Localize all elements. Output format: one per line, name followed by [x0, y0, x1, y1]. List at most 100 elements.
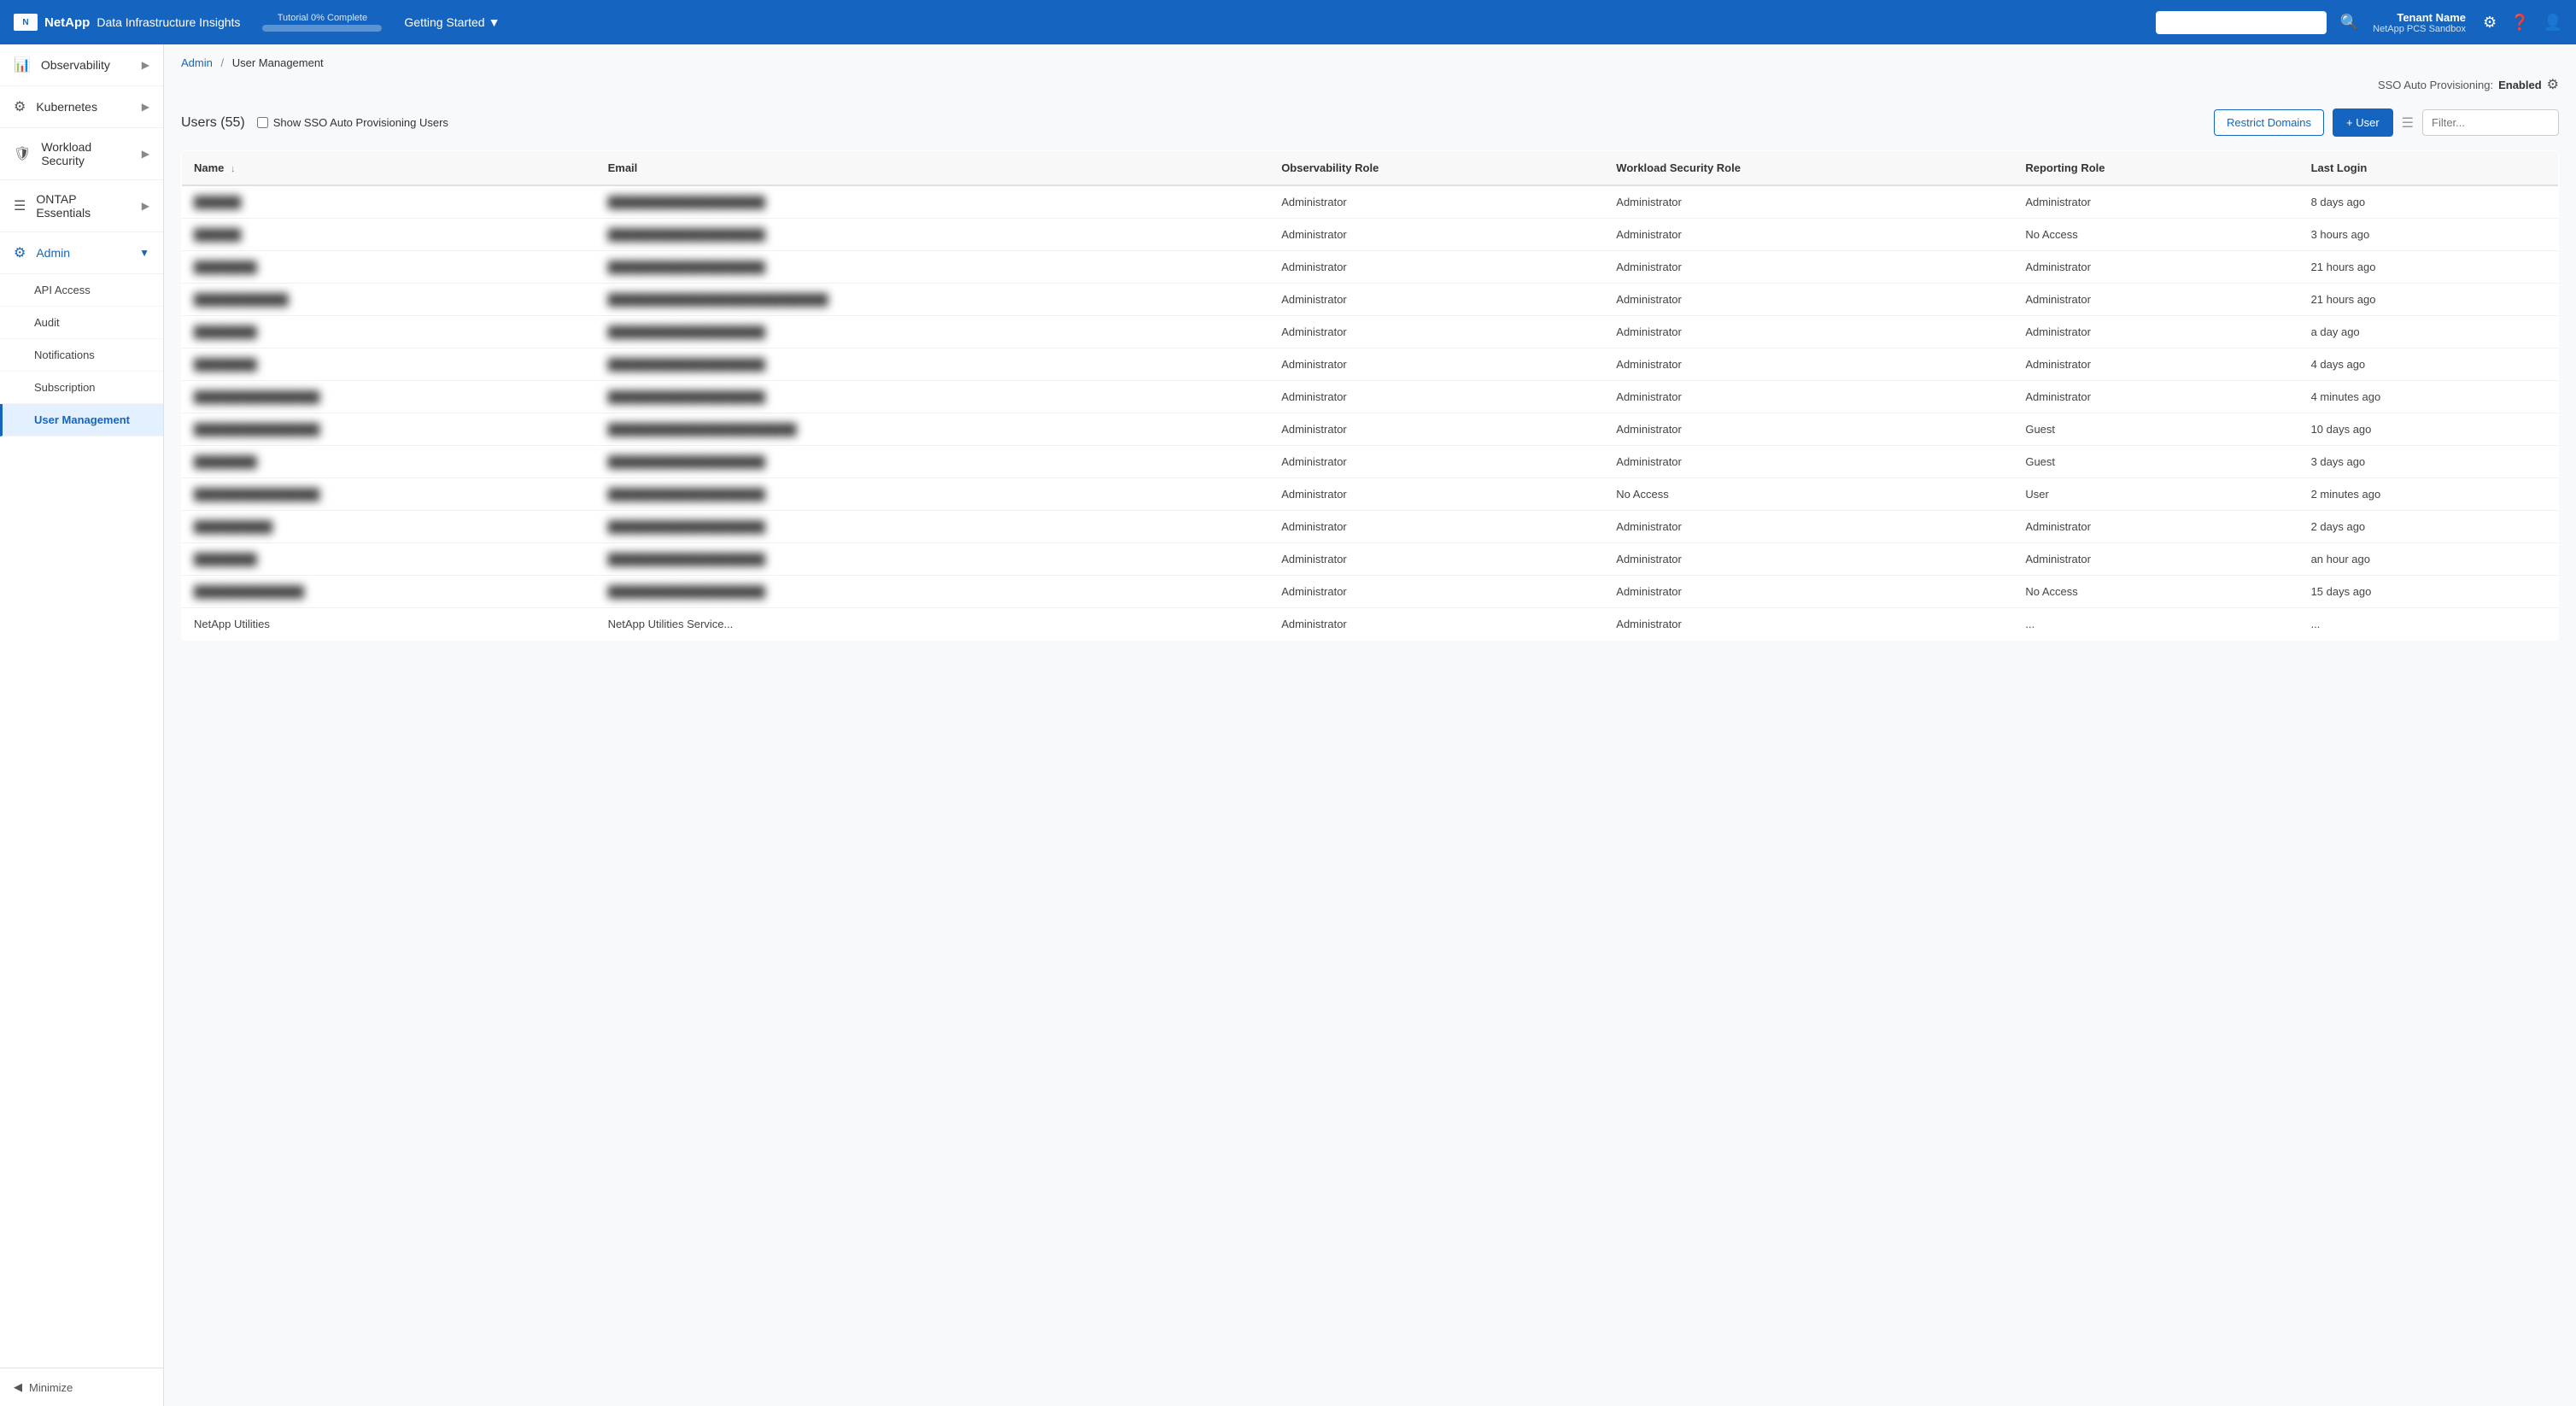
sidebar-item-kubernetes[interactable]: ⚙ Kubernetes ▶	[0, 86, 163, 128]
table-row[interactable]: ████████████ ███████████████████████████…	[182, 284, 2559, 316]
filter-input[interactable]	[2422, 109, 2559, 136]
search-input[interactable]	[2156, 11, 2327, 34]
breadcrumb-parent[interactable]: Admin	[181, 56, 213, 69]
table-row[interactable]: ██████ ████████████████████ Administrato…	[182, 219, 2559, 251]
sidebar-item-subscription[interactable]: Subscription	[0, 372, 163, 404]
sidebar-label-api-access: API Access	[34, 284, 91, 296]
cell-last-login: 2 minutes ago	[2299, 478, 2559, 511]
cell-reporting-role: Administrator	[2013, 284, 2298, 316]
sidebar-label-kubernetes: Kubernetes	[36, 100, 97, 114]
search-area[interactable]	[2156, 11, 2327, 34]
sso-auto-prov-status: Enabled	[2498, 79, 2542, 91]
column-workload-security-role: Workload Security Role	[1604, 151, 2013, 186]
left-controls: Users (55) Show SSO Auto Provisioning Us…	[181, 115, 448, 131]
chevron-down-icon-admin: ▼	[139, 247, 149, 259]
table-controls-row: Users (55) Show SSO Auto Provisioning Us…	[164, 98, 2576, 147]
table-row[interactable]: ████████ ████████████████████ Administra…	[182, 251, 2559, 284]
cell-workload-security-role: Administrator	[1604, 446, 2013, 478]
main-content: Admin / User Management SSO Auto Provisi…	[164, 44, 2576, 1406]
cell-name: ██████████████	[182, 576, 596, 608]
cell-email: ████████████████████	[596, 478, 1270, 511]
cell-reporting-role: No Access	[2013, 576, 2298, 608]
cell-reporting-role: Administrator	[2013, 349, 2298, 381]
cell-workload-security-role: Administrator	[1604, 185, 2013, 219]
cell-email: ████████████████████	[596, 219, 1270, 251]
users-label: Users	[181, 115, 217, 130]
sso-settings-icon[interactable]: ⚙	[2547, 76, 2559, 93]
column-name[interactable]: Name ↓	[182, 151, 596, 186]
filter-icon: ☰	[2402, 114, 2414, 132]
table-row[interactable]: ████████████████ ███████████████████████…	[182, 413, 2559, 446]
cell-observability-role: Administrator	[1269, 185, 1604, 219]
table-row[interactable]: ████████████████ ████████████████████ Ad…	[182, 381, 2559, 413]
settings-icon[interactable]: ⚙	[2483, 14, 2497, 32]
table-row[interactable]: ████████ ████████████████████ Administra…	[182, 349, 2559, 381]
search-icon[interactable]: 🔍	[2340, 14, 2359, 32]
cell-last-login: 15 days ago	[2299, 576, 2559, 608]
cell-reporting-role: No Access	[2013, 219, 2298, 251]
getting-started-button[interactable]: Getting Started ▼	[404, 15, 500, 29]
ontap-icon: ☰	[14, 197, 26, 214]
netapp-logo: N	[14, 14, 38, 31]
cell-observability-role: Administrator	[1269, 543, 1604, 576]
tutorial-bar: Tutorial 0% Complete	[254, 13, 390, 32]
cell-observability-role: Administrator	[1269, 446, 1604, 478]
cell-reporting-role: ...	[2013, 608, 2298, 641]
sso-checkbox[interactable]	[257, 117, 268, 128]
sidebar-item-audit[interactable]: Audit	[0, 307, 163, 339]
sso-auto-prov-label: SSO Auto Provisioning:	[2378, 79, 2493, 91]
column-observability-role: Observability Role	[1269, 151, 1604, 186]
cell-observability-role: Administrator	[1269, 413, 1604, 446]
table-row[interactable]: ██████████████ ████████████████████ Admi…	[182, 576, 2559, 608]
table-row[interactable]: NetApp Utilities NetApp Utilities Servic…	[182, 608, 2559, 641]
cell-reporting-role: User	[2013, 478, 2298, 511]
user-avatar-icon[interactable]: 👤	[2544, 14, 2562, 32]
sidebar-item-api-access[interactable]: API Access	[0, 274, 163, 307]
sidebar-item-user-management[interactable]: User Management	[0, 404, 163, 436]
sidebar-item-ontap-essentials[interactable]: ☰ ONTAP Essentials ▶	[0, 180, 163, 232]
cell-last-login: 21 hours ago	[2299, 284, 2559, 316]
breadcrumb-current: User Management	[232, 56, 324, 69]
table-row[interactable]: ████████████████ ████████████████████ Ad…	[182, 478, 2559, 511]
cell-reporting-role: Administrator	[2013, 185, 2298, 219]
sidebar: 📊 Observability ▶ ⚙ Kubernetes ▶ 🛡 Workl…	[0, 44, 164, 1406]
cell-workload-security-role: Administrator	[1604, 316, 2013, 349]
sso-checkbox-label[interactable]: Show SSO Auto Provisioning Users	[257, 116, 448, 129]
cell-observability-role: Administrator	[1269, 219, 1604, 251]
cell-name: ████████████████	[182, 381, 596, 413]
cell-name: ████████████	[182, 284, 596, 316]
cell-last-login: 21 hours ago	[2299, 251, 2559, 284]
restrict-domains-button[interactable]: Restrict Domains	[2214, 109, 2324, 136]
sidebar-item-notifications[interactable]: Notifications	[0, 339, 163, 372]
sidebar-label-ontap: ONTAP Essentials	[36, 192, 131, 220]
table-row[interactable]: ████████ ████████████████████ Administra…	[182, 316, 2559, 349]
chevron-right-icon: ▶	[142, 59, 149, 71]
table-row[interactable]: ██████████ ████████████████████ Administ…	[182, 511, 2559, 543]
sidebar-item-admin[interactable]: ⚙ Admin ▼	[0, 232, 163, 274]
cell-workload-security-role: Administrator	[1604, 381, 2013, 413]
table-row[interactable]: ████████ ████████████████████ Administra…	[182, 543, 2559, 576]
users-table: Name ↓ Email Observability Role Workload…	[181, 150, 2559, 641]
cell-last-login: 2 days ago	[2299, 511, 2559, 543]
bar-chart-icon: 📊	[14, 56, 31, 73]
logo-icon: N	[22, 18, 28, 27]
add-user-button[interactable]: + User	[2333, 108, 2393, 137]
tenant-info: Tenant Name NetApp PCS Sandbox	[2373, 11, 2466, 34]
right-controls: Restrict Domains + User ☰	[2214, 108, 2559, 137]
sidebar-label-audit: Audit	[34, 316, 60, 329]
sidebar-item-workload-security[interactable]: 🛡 Workload Security ▶	[0, 128, 163, 180]
sidebar-item-observability[interactable]: 📊 Observability ▶	[0, 44, 163, 86]
cell-reporting-role: Administrator	[2013, 381, 2298, 413]
cell-reporting-role: Administrator	[2013, 543, 2298, 576]
sidebar-label-workload-security: Workload Security	[41, 140, 131, 167]
cell-workload-security-role: Administrator	[1604, 576, 2013, 608]
cell-last-login: 3 days ago	[2299, 446, 2559, 478]
table-row[interactable]: ██████ ████████████████████ Administrato…	[182, 185, 2559, 219]
help-icon[interactable]: ❓	[2510, 14, 2529, 32]
chevron-left-icon: ◀	[14, 1380, 22, 1394]
sidebar-minimize-button[interactable]: ◀ Minimize	[0, 1368, 163, 1406]
brand-logo-area: N NetApp Data Infrastructure Insights	[14, 14, 240, 31]
table-row[interactable]: ████████ ████████████████████ Administra…	[182, 446, 2559, 478]
column-last-login: Last Login	[2299, 151, 2559, 186]
cell-reporting-role: Guest	[2013, 446, 2298, 478]
